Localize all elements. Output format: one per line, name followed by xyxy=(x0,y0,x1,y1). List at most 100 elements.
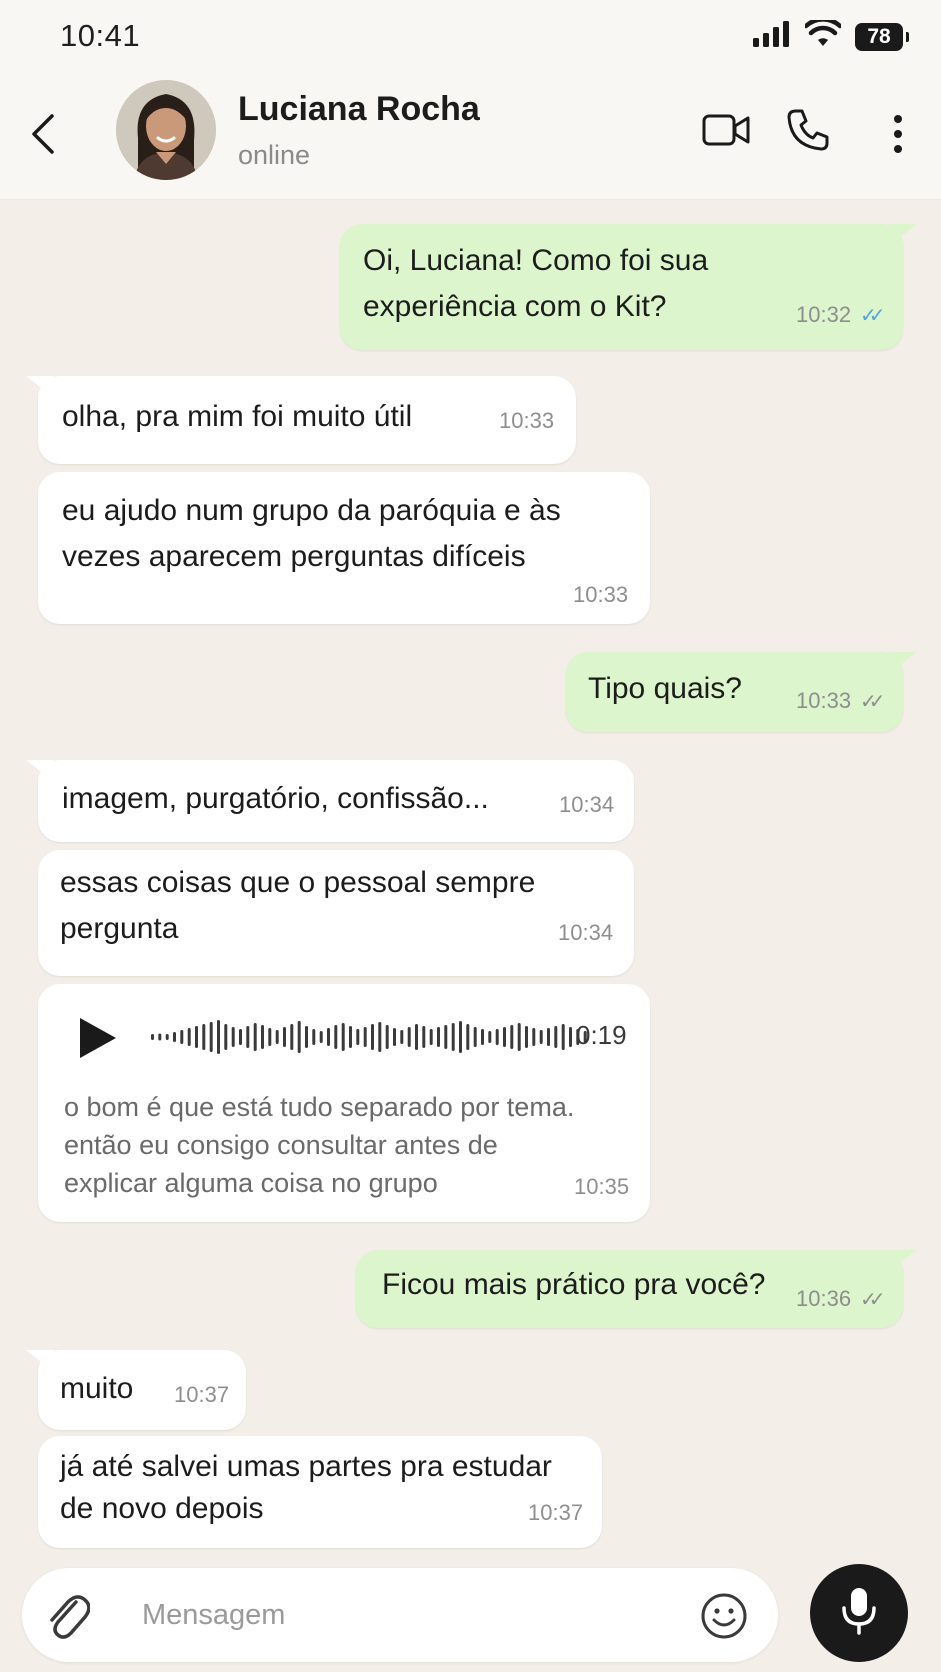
waveform-bar xyxy=(151,1034,154,1040)
back-button[interactable] xyxy=(30,108,70,164)
waveform-bar xyxy=(503,1027,506,1047)
chat-header: Luciana Rocha online xyxy=(0,72,941,200)
voice-call-button[interactable] xyxy=(786,108,830,157)
waveform-bar xyxy=(195,1026,198,1048)
play-button[interactable] xyxy=(78,1016,118,1065)
message-time: 10:33 xyxy=(499,408,555,433)
voice-waveform[interactable] xyxy=(150,1012,590,1067)
message-time: 10:36 xyxy=(796,1286,852,1311)
message-text: já até salvei umas partes pra estudar de… xyxy=(60,1450,552,1525)
waveform-bar xyxy=(305,1026,308,1048)
waveform-bar xyxy=(429,1029,433,1045)
waveform-bar xyxy=(187,1028,191,1046)
read-ticks-icon: ✓✓ xyxy=(860,305,885,327)
message-text: muito xyxy=(60,1372,134,1405)
message-text: eu ajudo num grupo da paróquia e às veze… xyxy=(62,494,561,573)
video-camera-icon xyxy=(702,112,750,153)
message-text: Tipo quais? xyxy=(588,672,742,705)
waveform-bar xyxy=(224,1024,228,1050)
waveform-bar xyxy=(261,1025,264,1049)
waveform-bar xyxy=(217,1020,220,1054)
menu-button[interactable] xyxy=(892,114,904,159)
voice-duration: 0:19 xyxy=(576,1020,627,1050)
waveform-bar xyxy=(319,1031,323,1043)
microphone-icon xyxy=(841,1586,877,1641)
message-bubble-incoming[interactable]: eu ajudo num grupo da paróquia e às veze… xyxy=(38,472,650,624)
waveform-bar xyxy=(554,1026,558,1048)
signal-icon xyxy=(753,21,791,52)
waveform-bar xyxy=(510,1025,514,1049)
delivered-ticks-icon: ✓✓ xyxy=(860,1289,885,1311)
waveform-bar xyxy=(459,1021,462,1053)
waveform-bar xyxy=(415,1024,418,1050)
message-time: 10:34 xyxy=(558,920,614,945)
composer-bar xyxy=(0,1560,941,1672)
waveform-bar xyxy=(378,1022,382,1052)
waveform-bar xyxy=(327,1028,330,1046)
waveform-bar xyxy=(180,1030,184,1044)
waveform-bar xyxy=(283,1027,286,1047)
message-time: 10:35 xyxy=(574,1174,630,1199)
avatar[interactable] xyxy=(116,80,216,180)
composer-pill xyxy=(22,1568,778,1662)
message-bubble-incoming[interactable]: muito 10:37 xyxy=(38,1350,246,1430)
waveform-bar xyxy=(385,1025,389,1049)
emoji-icon xyxy=(700,1593,748,1644)
phone-icon xyxy=(786,108,830,157)
message-bubble-outgoing[interactable]: Oi, Luciana! Como foi sua experiência co… xyxy=(340,224,903,350)
contact-status: online xyxy=(238,140,311,170)
waveform-bar xyxy=(481,1029,484,1045)
waveform-bar xyxy=(297,1021,301,1053)
waveform-bar xyxy=(275,1030,279,1044)
waveform-bar xyxy=(246,1026,250,1048)
message-input[interactable] xyxy=(142,1594,662,1636)
message-bubble-incoming[interactable]: olha, pra mim foi muito útil 10:33 xyxy=(38,376,576,464)
play-icon xyxy=(78,1018,118,1064)
waveform-bar xyxy=(407,1027,411,1047)
message-time: 10:32 xyxy=(796,302,852,327)
waveform-bar xyxy=(356,1029,360,1045)
status-bar: 10:41 78 xyxy=(0,0,941,72)
waveform-bar xyxy=(253,1023,257,1051)
video-call-button[interactable] xyxy=(702,112,750,153)
message-bubble-incoming[interactable]: imagem, purgatório, confissão... 10:34 xyxy=(38,760,634,842)
waveform-bar xyxy=(451,1023,455,1051)
waveform-bar xyxy=(239,1029,242,1045)
waveform-bar xyxy=(495,1029,499,1045)
waveform-bar xyxy=(466,1024,470,1050)
mic-button[interactable] xyxy=(810,1564,908,1662)
chat-area[interactable]: Oi, Luciana! Como foi sua experiência co… xyxy=(0,200,941,1560)
paperclip-icon xyxy=(46,1595,91,1646)
message-time: 10:37 xyxy=(174,1382,230,1407)
message-text: imagem, purgatório, confissão... xyxy=(62,782,489,815)
waveform-bar xyxy=(231,1027,235,1047)
waveform-bar xyxy=(444,1025,448,1049)
voice-message-bubble[interactable]: 0:19 o bom é que está tudo separado por … xyxy=(38,984,650,1222)
message-text: olha, pra mim foi muito útil xyxy=(62,400,413,433)
message-bubble-outgoing[interactable]: Ficou mais prático pra você? 10:36 ✓✓ xyxy=(356,1250,903,1328)
waveform-bar xyxy=(312,1029,316,1045)
message-text: essas coisas que o pessoal sempre pergun… xyxy=(60,866,536,945)
waveform-bar xyxy=(290,1024,294,1050)
message-bubble-incoming[interactable]: essas coisas que o pessoal sempre pergun… xyxy=(38,850,634,976)
waveform-bar xyxy=(561,1024,565,1050)
battery-icon: 78 xyxy=(855,22,909,51)
attach-button[interactable] xyxy=(46,1588,91,1647)
message-bubble-outgoing[interactable]: Tipo quais? 10:33 ✓✓ xyxy=(566,652,903,732)
waveform-bar xyxy=(202,1024,206,1050)
waveform-bar xyxy=(400,1030,404,1044)
more-vertical-icon xyxy=(892,114,904,159)
waveform-bar xyxy=(334,1025,338,1049)
contact-name[interactable]: Luciana Rocha xyxy=(238,90,480,129)
message-text: Ficou mais prático pra você? xyxy=(382,1268,766,1301)
message-time: 10:37 xyxy=(528,1500,584,1525)
emoji-button[interactable] xyxy=(700,1592,748,1645)
wifi-icon xyxy=(803,17,843,53)
status-time: 10:41 xyxy=(60,18,141,53)
waveform-bar xyxy=(371,1024,374,1050)
waveform-bar xyxy=(349,1026,352,1048)
delivered-ticks-icon: ✓✓ xyxy=(860,691,885,713)
waveform-bar xyxy=(165,1034,169,1040)
message-bubble-incoming[interactable]: já até salvei umas partes pra estudar de… xyxy=(38,1436,602,1548)
waveform-bar xyxy=(532,1028,536,1046)
